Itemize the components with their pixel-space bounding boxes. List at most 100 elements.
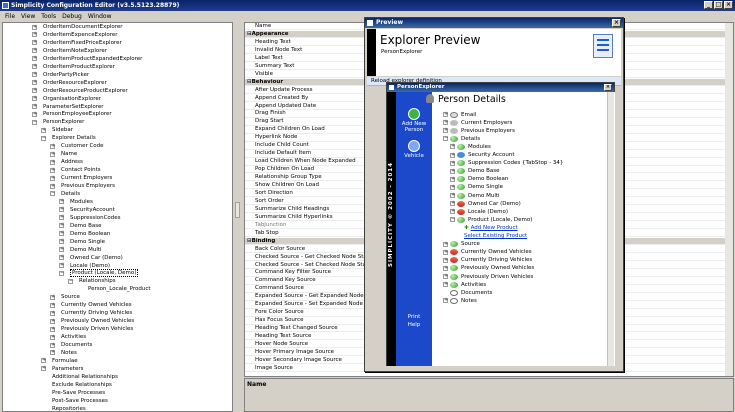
menu-tools[interactable]: Tools: [38, 13, 59, 20]
collapse-icon[interactable]: −: [50, 191, 55, 197]
collapse-icon[interactable]: −: [443, 136, 448, 142]
tree-item[interactable]: + Sidebar: [41, 126, 73, 134]
tree-item[interactable]: Person_Locale_Product: [77, 285, 151, 293]
expand-icon[interactable]: +: [50, 318, 55, 324]
tree-item[interactable]: + Currently Owned Vehicles: [50, 301, 132, 309]
maximize-button[interactable]: □: [714, 1, 723, 9]
tree-item[interactable]: + OrderItemExpenceExplorer: [32, 31, 118, 39]
expand-icon[interactable]: +: [50, 294, 55, 300]
preview-close-button[interactable]: ×: [612, 19, 621, 27]
expand-icon[interactable]: +: [32, 56, 37, 62]
expand-icon[interactable]: +: [32, 104, 37, 109]
person-tree-item[interactable]: + Notes: [443, 296, 477, 305]
expand-icon[interactable]: +: [32, 111, 37, 117]
tree-item[interactable]: + Documents: [50, 341, 92, 349]
expand-icon[interactable]: +: [32, 96, 37, 102]
expand-icon[interactable]: +: [50, 326, 55, 332]
tree-item[interactable]: + Previously Owned Vehicles: [50, 317, 134, 325]
expand-icon[interactable]: +: [59, 223, 64, 229]
tree-item[interactable]: + Owned Car (Demo): [59, 254, 123, 262]
expand-icon[interactable]: +: [443, 274, 448, 279]
expand-icon[interactable]: +: [443, 257, 448, 263]
expand-icon[interactable]: +: [450, 209, 455, 215]
menu-window[interactable]: Window: [85, 13, 115, 20]
expand-icon[interactable]: +: [50, 342, 55, 348]
expand-icon[interactable]: +: [450, 193, 455, 198]
tree-item[interactable]: + Previous Employers: [50, 182, 115, 190]
tree-item[interactable]: + OrderResourceProductExplorer: [32, 87, 128, 95]
tree-item[interactable]: + OrderItemNoteExplorer: [32, 47, 107, 55]
expand-icon[interactable]: +: [32, 80, 37, 86]
expand-icon[interactable]: +: [32, 40, 37, 46]
tree-item[interactable]: + OrderPartyPicker: [32, 71, 89, 79]
property-grid-scrollbar[interactable]: [725, 23, 733, 376]
scrollbar-thumb[interactable]: [235, 202, 240, 218]
minimize-button[interactable]: _: [704, 1, 713, 9]
expand-icon[interactable]: +: [443, 282, 448, 288]
tree-item[interactable]: − Explorer Details: [41, 134, 96, 142]
expand-icon[interactable]: +: [50, 143, 55, 149]
tree-item[interactable]: − PersonExplorer: [32, 118, 84, 126]
collapse-icon[interactable]: −: [32, 119, 37, 125]
expand-icon[interactable]: +: [450, 144, 455, 150]
tree-item[interactable]: + ParameterSetExplorer: [32, 103, 104, 111]
tree-item[interactable]: + Locale (Demo): [59, 262, 110, 270]
vehicle-button[interactable]: Vehicle: [396, 140, 432, 159]
expand-icon[interactable]: +: [450, 152, 455, 158]
tree-item[interactable]: + OrderItemDocumentExplorer: [32, 23, 123, 31]
tree-item[interactable]: + SuppressionCodes: [59, 214, 121, 222]
tree-item[interactable]: + Parameters: [41, 365, 83, 373]
person-tree-label[interactable]: Select Existing Product: [464, 233, 527, 239]
tree-item[interactable]: Additional Relationships: [41, 373, 118, 381]
expand-icon[interactable]: +: [59, 231, 64, 237]
expand-icon[interactable]: +: [443, 241, 448, 247]
person-details-tree[interactable]: Person Details + Email + Current Employers +…: [426, 92, 615, 366]
expand-icon[interactable]: +: [443, 128, 448, 134]
expand-icon[interactable]: +: [50, 350, 55, 356]
tree-item[interactable]: + OrderItemProductExpandedExplorer: [32, 55, 142, 63]
tree-item[interactable]: Post-Save Processes: [41, 397, 108, 405]
tree-item[interactable]: + Modules: [59, 198, 93, 206]
tree-item[interactable]: + Currently Driving Vehicles: [50, 309, 132, 317]
panel-splitter[interactable]: [233, 22, 243, 412]
tree-item[interactable]: + OrderItemFixedPriceExplorer: [32, 39, 122, 47]
print-button[interactable]: Print: [396, 314, 432, 320]
tree-item[interactable]: + Formulae: [41, 357, 78, 365]
tree-item[interactable]: + OrderResourceExplorer: [32, 79, 107, 87]
expand-icon[interactable]: +: [50, 151, 55, 157]
tree-item[interactable]: + Contact Points: [50, 166, 101, 174]
collapse-icon[interactable]: −: [450, 217, 455, 223]
person-tree-label[interactable]: Add New Product: [471, 225, 518, 231]
expand-icon[interactable]: +: [50, 167, 55, 173]
tree-item[interactable]: + Demo Base: [59, 222, 101, 230]
tree-item[interactable]: + Customer Code: [50, 142, 104, 150]
expand-icon[interactable]: +: [50, 183, 55, 189]
expand-icon[interactable]: +: [41, 127, 46, 133]
expand-icon[interactable]: +: [59, 207, 64, 213]
expand-icon[interactable]: +: [32, 32, 37, 38]
tree-item[interactable]: + Demo Boolean: [59, 230, 110, 238]
tree-item[interactable]: + OrderItemProductExplorer: [32, 63, 115, 71]
expand-icon[interactable]: +: [450, 176, 455, 182]
expand-icon[interactable]: +: [450, 201, 455, 207]
expand-icon[interactable]: +: [450, 160, 455, 166]
tree-item[interactable]: Pre-Save Processes: [41, 389, 105, 397]
tree-item[interactable]: − Product (Locale, Demo): [59, 269, 139, 278]
tree-item[interactable]: + Demo Multi: [59, 246, 102, 254]
expand-icon[interactable]: +: [50, 302, 55, 308]
expand-icon[interactable]: +: [443, 120, 448, 126]
tree-item[interactable]: + Source: [50, 293, 80, 301]
expand-icon[interactable]: +: [41, 358, 46, 364]
expand-icon[interactable]: +: [32, 48, 37, 54]
expand-icon[interactable]: +: [443, 112, 448, 117]
config-tree[interactable]: + OrderItemDocumentExplorer + OrderItemExpe…: [2, 22, 233, 412]
tree-item[interactable]: + Notes: [50, 349, 77, 357]
tree-item[interactable]: + Demo Single: [59, 238, 105, 246]
tree-item[interactable]: + Name: [50, 150, 77, 158]
tree-item[interactable]: + PersonEmployeeExplorer: [32, 110, 112, 118]
expand-icon[interactable]: +: [59, 239, 64, 245]
expand-icon[interactable]: +: [32, 24, 37, 30]
tree-item[interactable]: + Address: [50, 158, 83, 166]
expand-icon[interactable]: +: [443, 249, 448, 255]
menu-file[interactable]: File: [2, 13, 18, 20]
